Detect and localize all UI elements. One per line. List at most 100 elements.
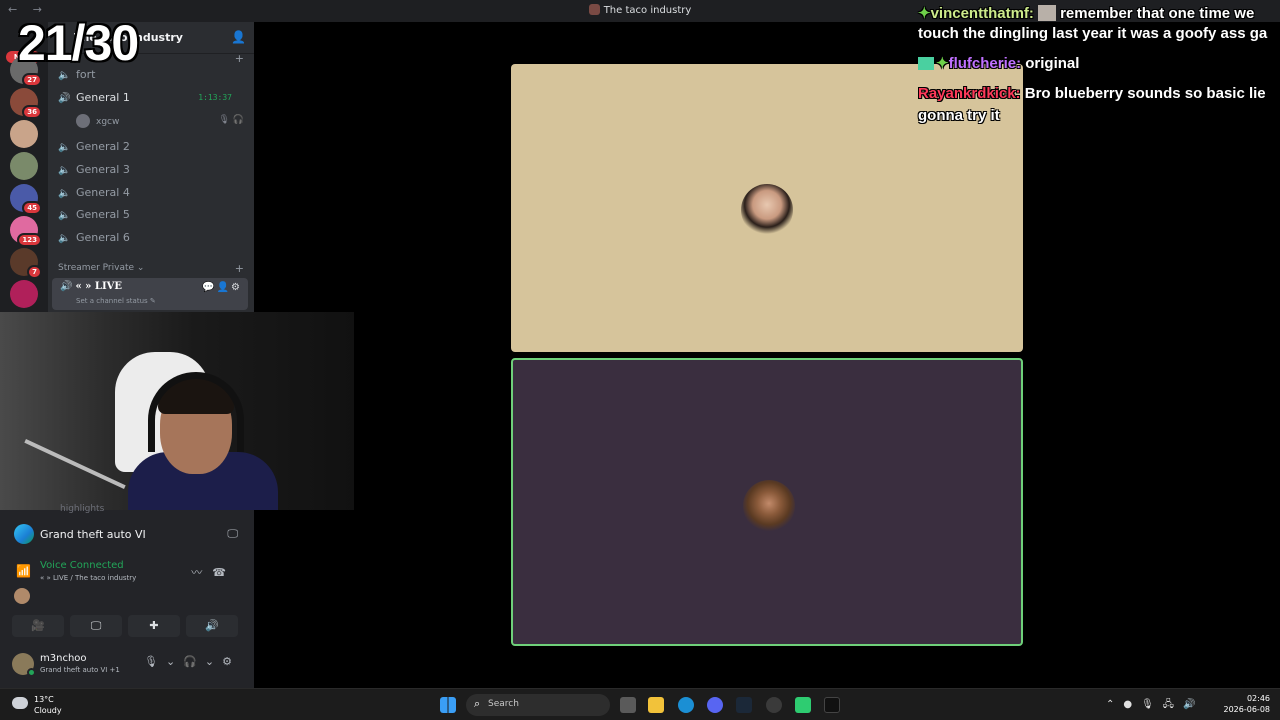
- highlights-channel[interactable]: highlights: [60, 504, 104, 514]
- chat-username: vincentthatmf:: [930, 5, 1034, 22]
- channel-general-2[interactable]: 🔈 General 2: [58, 140, 130, 158]
- window-title-text: The taco industry: [603, 5, 692, 16]
- mic-headset-settings-icons[interactable]: 🎙⌄🎧⌄⚙: [144, 655, 240, 668]
- speaker-icon: 🔈: [58, 233, 71, 244]
- emote-icon: [1038, 5, 1057, 21]
- voice-channel-path[interactable]: « » LIVE / The taco industry: [40, 574, 136, 582]
- voice-member[interactable]: xgcw: [76, 114, 119, 128]
- signal-icon[interactable]: 📶: [16, 564, 31, 578]
- activity-row[interactable]: Grand theft auto VI 🖵: [6, 520, 248, 548]
- chat-text: original: [1025, 55, 1080, 72]
- task-view-icon[interactable]: [620, 697, 636, 713]
- soundboard-button[interactable]: 🔊: [186, 615, 238, 637]
- server-icon-5[interactable]: 45: [10, 184, 42, 215]
- sparkle-icon: ✦: [936, 55, 949, 72]
- stream-counter-overlay: 21/30: [18, 15, 139, 71]
- sparkle-icon: ✦: [918, 5, 931, 22]
- speaker-icon: 🔈: [58, 188, 71, 199]
- channel-label: General 1: [76, 91, 130, 104]
- speaker-icon: 🔈: [58, 165, 71, 176]
- edge-browser-icon: [14, 524, 34, 544]
- chat-text: remember that one time we: [1060, 5, 1255, 22]
- channel-live[interactable]: 🔊 « » LIVE 💬👤⚙ Set a channel status ✎: [52, 278, 248, 310]
- terminal-icon[interactable]: [824, 697, 840, 713]
- voice-connected-panel: 📶 Voice Connected « » LIVE / The taco in…: [10, 558, 246, 604]
- channel-general-4[interactable]: 🔈 General 4: [58, 186, 130, 204]
- camera-off-button[interactable]: 🎥: [12, 615, 64, 637]
- pencil-icon: ✎: [149, 297, 156, 305]
- chevron-down-icon: ⌄: [136, 263, 145, 273]
- start-menu-icon[interactable]: [440, 697, 456, 713]
- speaker-icon: 🔈: [58, 142, 71, 153]
- chat-message: ✦vincentthatmf: remember that one time w…: [918, 4, 1254, 24]
- invite-icon[interactable]: 👤: [231, 30, 246, 44]
- online-status-dot: [27, 668, 36, 677]
- status-text: Set a channel status: [76, 297, 148, 305]
- channel-label: General 3: [76, 163, 130, 176]
- taskbar-clock[interactable]: 02:46 2026-06-08: [1224, 693, 1271, 715]
- mention-badge: 123: [17, 233, 42, 247]
- file-explorer-icon[interactable]: [648, 697, 664, 713]
- noise-disconnect-icons[interactable]: 〰☎: [191, 564, 236, 580]
- activity-name: Grand theft auto VI: [40, 528, 146, 541]
- screen-share-icon[interactable]: 🖵: [227, 527, 238, 541]
- channel-general-3[interactable]: 🔈 General 3: [58, 163, 130, 181]
- channel-general-6[interactable]: 🔈 General 6: [58, 231, 130, 249]
- user-status: Grand theft auto VI +1: [40, 666, 120, 674]
- participant-tile-2-speaking[interactable]: [511, 358, 1023, 646]
- live-channel-label: « » LIVE: [75, 281, 123, 292]
- mention-badge: 7: [27, 265, 42, 279]
- chat-badge-icon: [918, 57, 934, 70]
- avatar: [76, 114, 90, 128]
- member-name: xgcw: [96, 117, 120, 127]
- speaker-icon: 🔊: [58, 93, 71, 104]
- server-icon-8[interactable]: [10, 280, 38, 308]
- add-channel-icon[interactable]: +: [235, 52, 244, 65]
- server-icon-4[interactable]: [10, 152, 38, 180]
- search-icon: ⌕: [474, 697, 481, 710]
- live-channel-name: 🔊 « » LIVE: [60, 281, 122, 292]
- server-icon-6[interactable]: 123: [10, 216, 42, 247]
- user-panel: highlights Grand theft auto VI 🖵 📶 Voice…: [0, 504, 254, 690]
- chat-text: Bro blueberry sounds so basic lie: [1024, 85, 1266, 102]
- clock-time: 02:46: [1246, 694, 1270, 703]
- server-icon-7[interactable]: 7: [10, 248, 42, 279]
- temperature: 13°C: [34, 695, 54, 704]
- weather-condition: Cloudy: [34, 706, 62, 715]
- chat-username: Rayankrdkick:: [918, 85, 1021, 102]
- speaker-icon: 🔊: [60, 281, 73, 292]
- speaker-icon: 🔈: [58, 210, 71, 221]
- category-label: Streamer Private: [58, 263, 135, 273]
- category-streamer-private[interactable]: Streamer Private ⌄: [58, 263, 144, 273]
- channel-label: General 5: [76, 208, 130, 221]
- channel-general-1[interactable]: 🔊 General 1 1:13:37: [58, 91, 244, 109]
- activities-button[interactable]: ✚: [128, 615, 180, 637]
- chat-app-icon[interactable]: [795, 697, 811, 713]
- voice-action-buttons: 🎥 🖵 ✚ 🔊: [12, 615, 240, 637]
- participant-avatar: [743, 480, 795, 532]
- share-screen-button[interactable]: 🖵: [70, 615, 122, 637]
- user-avatar[interactable]: [12, 653, 36, 677]
- chat-message: ✦flufcherie: original: [918, 54, 1079, 74]
- chat-username: flufcherie:: [948, 55, 1022, 72]
- channel-status-prompt[interactable]: Set a channel status ✎: [76, 297, 156, 305]
- mention-badge: 27: [22, 73, 42, 87]
- channel-general-5[interactable]: 🔈 General 5: [58, 208, 130, 226]
- add-channel-icon[interactable]: +: [235, 262, 244, 275]
- channel-action-icons[interactable]: 💬👤⚙: [202, 282, 242, 293]
- discord-icon[interactable]: [707, 697, 723, 713]
- app-icon[interactable]: [766, 697, 782, 713]
- steam-icon[interactable]: [736, 697, 752, 713]
- server-icon-2[interactable]: 36: [10, 88, 42, 119]
- call-timer: 1:13:37: [198, 93, 232, 102]
- edge-icon[interactable]: [678, 697, 694, 713]
- server-icon-3[interactable]: [10, 120, 38, 148]
- windows-taskbar: 13°C Cloudy ⌕ Search ⌃●🎙🖧🔊 02:46 2026-06…: [0, 688, 1280, 720]
- participant-avatar: [741, 184, 793, 236]
- taskbar-search[interactable]: ⌕ Search: [466, 694, 610, 716]
- system-tray-icons[interactable]: ⌃●🎙🖧🔊: [1106, 697, 1204, 714]
- user-name[interactable]: m3nchoo: [40, 653, 87, 664]
- voice-status[interactable]: Voice Connected: [40, 560, 124, 571]
- chat-message-continued: gonna try it: [918, 107, 1000, 124]
- webcam-feed: [0, 312, 354, 510]
